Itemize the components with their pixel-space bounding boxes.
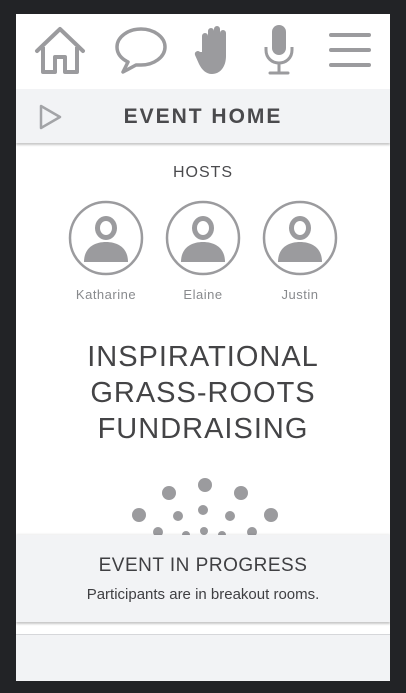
menu-icon: [328, 30, 372, 70]
avatar-icon: [66, 200, 146, 281]
event-title: INSPIRATIONAL GRASS-ROOTS FUNDRAISING: [16, 339, 390, 447]
home-icon: [34, 25, 86, 75]
host-justin[interactable]: Justin: [260, 200, 340, 302]
raise-hand-button[interactable]: [194, 22, 236, 78]
avatar-icon: [163, 200, 243, 281]
status-title: EVENT IN PROGRESS: [98, 555, 308, 576]
phone-screen: EVENT HOME HOSTS Katharine Elaine Justin…: [16, 14, 390, 681]
home-button[interactable]: [34, 22, 86, 78]
avatar-icon: [260, 200, 340, 281]
event-status-panel: EVENT IN PROGRESS Participants are in br…: [16, 535, 390, 622]
microphone-button[interactable]: [260, 22, 298, 78]
chat-bubble-icon: [114, 25, 168, 75]
host-name: Katharine: [75, 287, 137, 302]
top-navigation: [16, 14, 390, 89]
event-title-line: GRASS-ROOTS: [90, 377, 316, 409]
event-content: HOSTS Katharine Elaine Justin INSPIRATIO…: [16, 145, 390, 555]
host-name: Elaine: [183, 287, 223, 302]
status-subtitle: Participants are in breakout rooms.: [86, 586, 320, 603]
bottom-bar: [16, 634, 390, 681]
menu-button[interactable]: [328, 22, 372, 78]
event-title-line: FUNDRAISING: [97, 413, 309, 445]
page-title: EVENT HOME: [123, 105, 283, 128]
event-title-line: INSPIRATIONAL: [87, 341, 319, 373]
host-elaine[interactable]: Elaine: [163, 200, 243, 302]
page-header: EVENT HOME: [16, 89, 390, 143]
chat-button[interactable]: [114, 22, 168, 78]
raise-hand-icon: [194, 24, 236, 76]
host-katharine[interactable]: Katharine: [66, 200, 146, 302]
host-name: Justin: [281, 287, 319, 302]
microphone-icon: [262, 23, 296, 77]
hosts-heading: HOSTS: [172, 164, 234, 181]
